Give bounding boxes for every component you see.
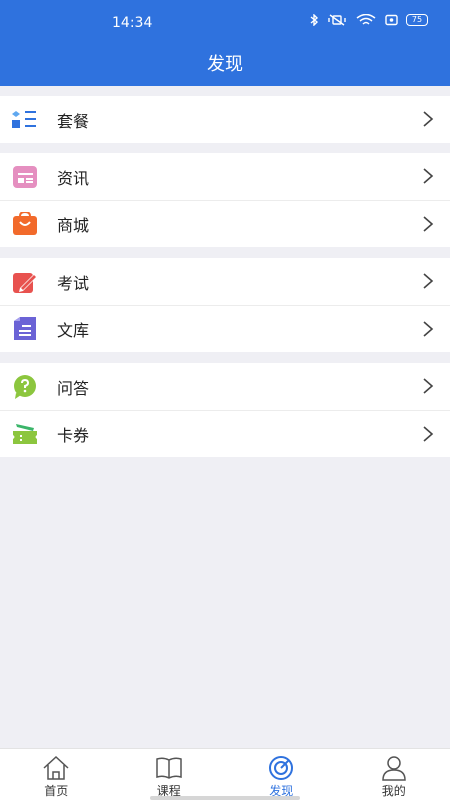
package-list-icon: [12, 107, 38, 133]
tab-label: 我的: [381, 784, 406, 798]
book-icon: [156, 757, 182, 779]
menu-item-exam[interactable]: 考试: [0, 258, 450, 305]
tab-mine[interactable]: 我的: [338, 749, 450, 800]
tab-home[interactable]: 首页: [0, 749, 113, 800]
shop-bag-icon: [12, 211, 38, 237]
chevron-right-icon: [423, 426, 434, 442]
menu-item-label: 商城: [57, 216, 90, 235]
exam-pen-icon: [12, 269, 38, 295]
news-icon: [12, 164, 38, 190]
app-header: 14:34 75 发现: [0, 0, 450, 86]
status-time: 14:34: [112, 15, 153, 31]
user-icon: [381, 756, 406, 781]
group-packages: 套餐: [0, 96, 450, 143]
chevron-right-icon: [423, 111, 434, 127]
menu-item-coupon[interactable]: 卡券: [0, 410, 450, 457]
bluetooth-icon: [310, 14, 319, 26]
tab-course[interactable]: 课程: [113, 749, 226, 800]
coupon-ticket-icon: [12, 421, 38, 447]
menu-item-label: 卡券: [57, 426, 90, 445]
group-qa-coupon: 问答 卡券: [0, 363, 450, 457]
chevron-right-icon: [423, 216, 434, 232]
home-indicator: [150, 796, 300, 800]
menu-item-shop[interactable]: 商城: [0, 200, 450, 247]
battery-icon: 75: [406, 14, 428, 26]
status-bar: 14:34 75: [0, 0, 450, 44]
menu-item-label: 问答: [57, 378, 90, 398]
status-icons: 75: [310, 14, 428, 26]
menu-item-label: 资讯: [57, 168, 90, 188]
menu-item-news[interactable]: 资讯: [0, 153, 450, 200]
page-title: 发现: [207, 54, 243, 75]
menu-item-library[interactable]: 文库: [0, 305, 450, 352]
chevron-right-icon: [423, 168, 434, 184]
menu-item-label: 套餐: [57, 111, 90, 131]
library-doc-icon: [12, 316, 38, 342]
menu-item-package[interactable]: 套餐: [0, 96, 450, 143]
home-icon: [43, 755, 69, 780]
bottom-tab-bar: 首页 课程 发现 我的: [0, 748, 450, 800]
vibrate-mute-icon: [328, 14, 346, 26]
menu-item-qa[interactable]: 问答: [0, 363, 450, 410]
tab-discover[interactable]: 发现: [225, 749, 338, 800]
chevron-right-icon: [423, 378, 434, 394]
group-exam-library: 考试 文库: [0, 258, 450, 352]
wifi-icon: [356, 14, 376, 25]
menu-item-label: 文库: [57, 321, 90, 340]
discover-compass-icon: [269, 756, 294, 780]
screen-record-icon: [385, 14, 398, 26]
qa-bubble-icon: [12, 374, 38, 400]
chevron-right-icon: [423, 321, 434, 337]
group-news-shop: 资讯 商城: [0, 153, 450, 247]
menu-item-label: 考试: [57, 273, 90, 293]
chevron-right-icon: [423, 273, 434, 289]
tab-label: 首页: [44, 784, 69, 798]
